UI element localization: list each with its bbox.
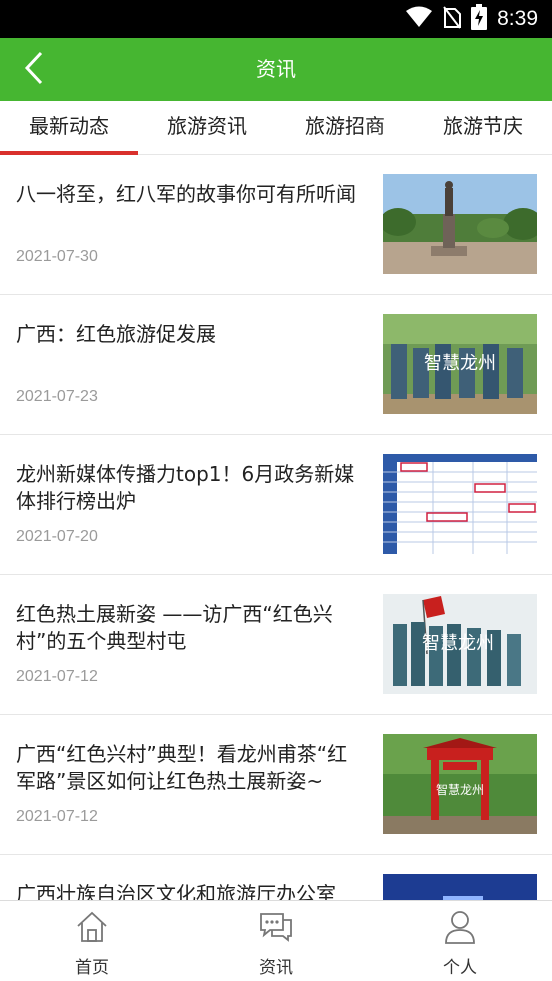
nav-profile[interactable]: 个人	[368, 901, 552, 981]
nav-profile-label: 个人	[443, 958, 477, 978]
article-date: 2021-07-23	[16, 388, 98, 405]
article-thumbnail: 智慧龙州	[383, 594, 537, 694]
list-item[interactable]: 广西“红色兴村”典型！看龙州甫茶“红军路”景区如何让红色热土展新姿~ 2021-…	[0, 715, 552, 855]
list-item[interactable]: 红色热土展新姿 ——访广西“红色兴村”的五个典型村屯 2021-07-12 智慧…	[0, 575, 552, 715]
watermark-text: 智慧龙州	[436, 782, 484, 797]
category-tabs: 最新动态 旅游资讯 旅游招商 旅游节庆	[0, 101, 552, 155]
tab-festivals[interactable]: 旅游节庆	[414, 101, 552, 155]
chevron-left-icon	[23, 50, 45, 90]
chat-icon	[258, 909, 294, 945]
article-title: 广西：红色旅游促发展	[16, 322, 216, 346]
status-bar: 8:39	[0, 0, 552, 38]
list-item[interactable]: 八一将至，红八军的故事你可有所听闻 2021-07-30	[0, 155, 552, 295]
article-list: 八一将至，红八军的故事你可有所听闻 2021-07-30 广西：红色旅游促发展 …	[0, 155, 552, 900]
article-date: 2021-07-12	[16, 808, 98, 825]
nav-news[interactable]: 资讯	[184, 901, 368, 981]
wifi-icon	[405, 6, 433, 32]
no-sim-icon	[443, 5, 462, 33]
article-date: 2021-07-30	[16, 248, 98, 265]
battery-charging-icon	[471, 4, 488, 34]
watermark-text: 智慧龙州	[422, 633, 494, 654]
nav-home[interactable]: 首页	[0, 901, 184, 981]
list-item[interactable]: 广西：红色旅游促发展 2021-07-23 智慧龙州	[0, 295, 552, 435]
article-thumbnail	[383, 874, 537, 900]
list-item[interactable]: 龙州新媒体传播力top1！6月政务新媒体排行榜出炉 2021-07-20	[0, 435, 552, 575]
nav-news-label: 资讯	[259, 958, 293, 978]
article-date: 2021-07-12	[16, 668, 98, 685]
article-thumbnail	[383, 454, 537, 554]
list-item[interactable]: 广西壮族自治区文化和旅游厅办公室	[0, 855, 552, 900]
tab-travel-news[interactable]: 旅游资讯	[138, 101, 276, 155]
article-thumbnail: 智慧龙州	[383, 314, 537, 414]
article-title: 八一将至，红八军的故事你可有所听闻	[16, 182, 356, 206]
page-title: 资讯	[256, 57, 296, 81]
article-title: 广西“红色兴村”典型！看龙州甫茶“红军路”景区如何让红色热土展新姿~	[16, 742, 348, 793]
article-title: 红色热土展新姿 ——访广西“红色兴村”的五个典型村屯	[16, 602, 333, 653]
back-button[interactable]	[10, 46, 58, 94]
home-icon	[74, 909, 110, 945]
article-title: 广西壮族自治区文化和旅游厅办公室	[16, 882, 336, 900]
tab-latest[interactable]: 最新动态	[0, 101, 138, 155]
title-bar: 资讯	[0, 38, 552, 101]
tab-investment[interactable]: 旅游招商	[276, 101, 414, 155]
person-icon	[442, 909, 478, 945]
watermark-text: 智慧龙州	[424, 353, 496, 374]
status-time: 8:39	[497, 7, 538, 30]
article-thumbnail	[383, 174, 537, 274]
article-date: 2021-07-20	[16, 528, 98, 545]
article-thumbnail: 智慧龙州	[383, 734, 537, 834]
bottom-nav: 首页 资讯 个人	[0, 900, 552, 981]
article-title: 龙州新媒体传播力top1！6月政务新媒体排行榜出炉	[16, 462, 355, 513]
nav-home-label: 首页	[75, 958, 109, 978]
